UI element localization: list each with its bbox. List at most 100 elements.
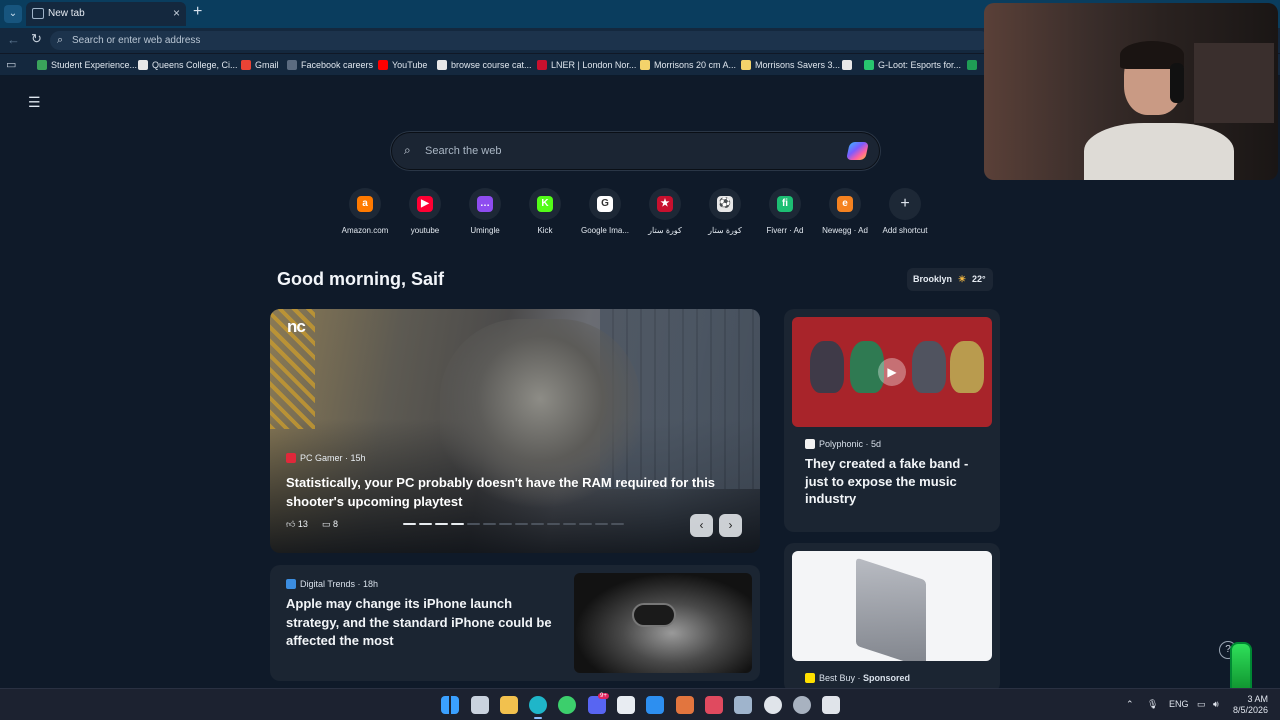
shortcut-item[interactable]: ★ كورة ستار xyxy=(635,188,695,235)
shortcuts-row: a Amazon.com ▶ youtube … Umingle K Kick G Google … xyxy=(335,188,935,238)
bookmark-favicon-icon xyxy=(864,60,874,70)
tab-actions-menu-button[interactable]: ⌄ xyxy=(4,5,22,23)
shortcut-icon: + xyxy=(900,195,910,212)
digital-trends-article-card[interactable]: Digital Trends · 18h Apple may change it… xyxy=(270,565,760,681)
shortcut-item[interactable]: … Umingle xyxy=(455,188,515,235)
comment-button[interactable]: ▭ 8 xyxy=(322,519,338,530)
polyphonic-age: 5d xyxy=(871,439,882,449)
chat-app-icon[interactable] xyxy=(558,696,576,714)
obs-icon[interactable] xyxy=(764,696,782,714)
carousel-dot[interactable] xyxy=(515,523,528,525)
volume-icon[interactable]: 🔊︎ xyxy=(1213,699,1219,710)
weather-chip[interactable]: Brooklyn ☀ 22° xyxy=(907,268,993,291)
carousel-prev-button[interactable]: ‹ xyxy=(690,514,713,537)
carousel-dot[interactable] xyxy=(435,523,448,525)
carousel-dot[interactable] xyxy=(547,523,560,525)
shortcut-tile: a xyxy=(349,188,381,220)
new-tab-button[interactable]: + xyxy=(193,3,202,21)
shortcut-item[interactable]: a Amazon.com xyxy=(335,188,395,235)
shortcut-tile: G xyxy=(589,188,621,220)
hero-article-card[interactable]: nc PC Gamer · 15h Statistically, your PC… xyxy=(270,309,760,553)
claude-icon[interactable] xyxy=(676,696,694,714)
bookmark-item[interactable]: G-Loot: Esports for... xyxy=(864,58,961,72)
bookmark-item[interactable]: Queens College, Ci... xyxy=(138,58,238,72)
like-button[interactable]: 👍︎ 13 xyxy=(286,519,308,530)
carousel-dot[interactable] xyxy=(467,523,480,525)
bookmark-item[interactable]: LNER | London Nor... xyxy=(537,58,636,72)
polyphonic-title[interactable]: They created a fake band - just to expos… xyxy=(805,455,990,508)
bookmark-label: Morrisons Savers 3... xyxy=(755,60,841,70)
polyphonic-article-card[interactable]: ▶ Polyphonic · 5d They created a fake ba… xyxy=(784,309,1000,532)
carousel-dot[interactable] xyxy=(563,523,576,525)
address-bar[interactable]: ⌕ Search or enter web address xyxy=(50,31,990,50)
comment-icon: ▭ xyxy=(321,519,331,529)
snipping-tool-icon[interactable] xyxy=(705,696,723,714)
shortcut-label: Umingle xyxy=(470,226,500,235)
sidebar-panel-icon[interactable]: ▭ xyxy=(6,58,16,71)
bookmark-favicon-icon xyxy=(437,60,447,70)
shortcut-item[interactable]: e Newegg · Ad xyxy=(815,188,875,235)
bookmark-item[interactable]: Morrisons 20 cm A... xyxy=(640,58,736,72)
shortcut-item[interactable]: fi Fiverr · Ad xyxy=(755,188,815,235)
task-view-icon[interactable] xyxy=(471,696,489,714)
shortcut-item[interactable]: ⚽ كورة ستار xyxy=(695,188,755,235)
carousel-dot[interactable] xyxy=(499,523,512,525)
thumbnail-figure xyxy=(950,341,984,393)
bookmark-label: G-Loot: Esports for... xyxy=(878,60,962,70)
carousel-dot[interactable] xyxy=(531,523,544,525)
bookmark-item[interactable] xyxy=(967,58,981,72)
shortcut-label: Google Ima... xyxy=(580,226,630,235)
app-icon[interactable] xyxy=(822,696,840,714)
carousel-indicators xyxy=(403,523,624,525)
show-hidden-icons[interactable]: ⌃ xyxy=(1126,699,1134,710)
back-icon[interactable]: ← xyxy=(7,32,20,47)
steam-icon[interactable] xyxy=(734,696,752,714)
shortcut-item[interactable]: ▶ youtube xyxy=(395,188,455,235)
shortcut-icon: G xyxy=(597,196,613,212)
polyphonic-source-name: Polyphonic xyxy=(819,439,864,449)
carousel-dot[interactable] xyxy=(611,523,624,525)
file-explorer-icon[interactable] xyxy=(500,696,518,714)
bookmark-item[interactable]: browse course cat... xyxy=(437,58,532,72)
carousel-dot[interactable] xyxy=(483,523,496,525)
reload-icon[interactable]: ↻ xyxy=(31,31,42,47)
bookmark-favicon-icon xyxy=(287,60,297,70)
bookmark-item[interactable]: Facebook careers xyxy=(287,58,373,72)
text-editor-icon[interactable] xyxy=(617,696,635,714)
menu-icon[interactable]: ☰ xyxy=(28,94,41,111)
language-indicator[interactable]: ENG xyxy=(1169,699,1189,709)
network-icon[interactable]: ▭ xyxy=(1197,699,1206,710)
edge-icon[interactable] xyxy=(529,696,547,714)
tab-new-tab[interactable]: New tab × xyxy=(26,2,186,26)
shortcut-item[interactable]: + Add shortcut xyxy=(875,188,935,235)
carousel-dot[interactable] xyxy=(403,523,416,525)
copilot-icon[interactable] xyxy=(846,142,869,160)
shortcut-item[interactable]: G Google Ima... xyxy=(575,188,635,235)
hero-reactions: 👍︎ 13 ▭ 8 xyxy=(286,519,338,530)
sponsored-label: Sponsored xyxy=(863,673,911,683)
vscode-icon[interactable] xyxy=(646,696,664,714)
bookmark-item[interactable] xyxy=(842,58,856,72)
carousel-dot[interactable] xyxy=(595,523,608,525)
microphone-icon[interactable]: 🎙︎ xyxy=(1147,699,1158,710)
best-buy-ad-card[interactable]: Best Buy · Sponsored xyxy=(784,543,1000,693)
clock[interactable]: 3 AM 8/5/2026 xyxy=(1232,694,1268,716)
hero-title[interactable]: Statistically, your PC probably doesn't … xyxy=(286,473,736,511)
digital-trends-title[interactable]: Apple may change its iPhone launch strat… xyxy=(286,595,561,651)
bookmark-item[interactable]: YouTube xyxy=(378,58,427,72)
shortcut-item[interactable]: K Kick xyxy=(515,188,575,235)
web-search-box[interactable]: ⌕ Search the web xyxy=(391,132,880,170)
close-tab-icon[interactable]: × xyxy=(173,6,180,20)
bookmark-item[interactable]: Morrisons Savers 3... xyxy=(741,58,840,72)
carousel-dot[interactable] xyxy=(419,523,432,525)
windows-start-icon[interactable] xyxy=(441,696,459,714)
carousel-dot[interactable] xyxy=(579,523,592,525)
settings-gear-icon[interactable] xyxy=(793,696,811,714)
carousel-next-button[interactable]: › xyxy=(719,514,742,537)
play-icon[interactable]: ▶ xyxy=(878,358,906,386)
carousel-dot[interactable] xyxy=(451,523,464,525)
shortcut-label: Add shortcut xyxy=(882,226,928,235)
bookmark-item[interactable]: Gmail xyxy=(241,58,279,72)
bookmark-item[interactable]: Student Experience... xyxy=(37,58,137,72)
shortcut-icon: ★ xyxy=(657,196,673,212)
